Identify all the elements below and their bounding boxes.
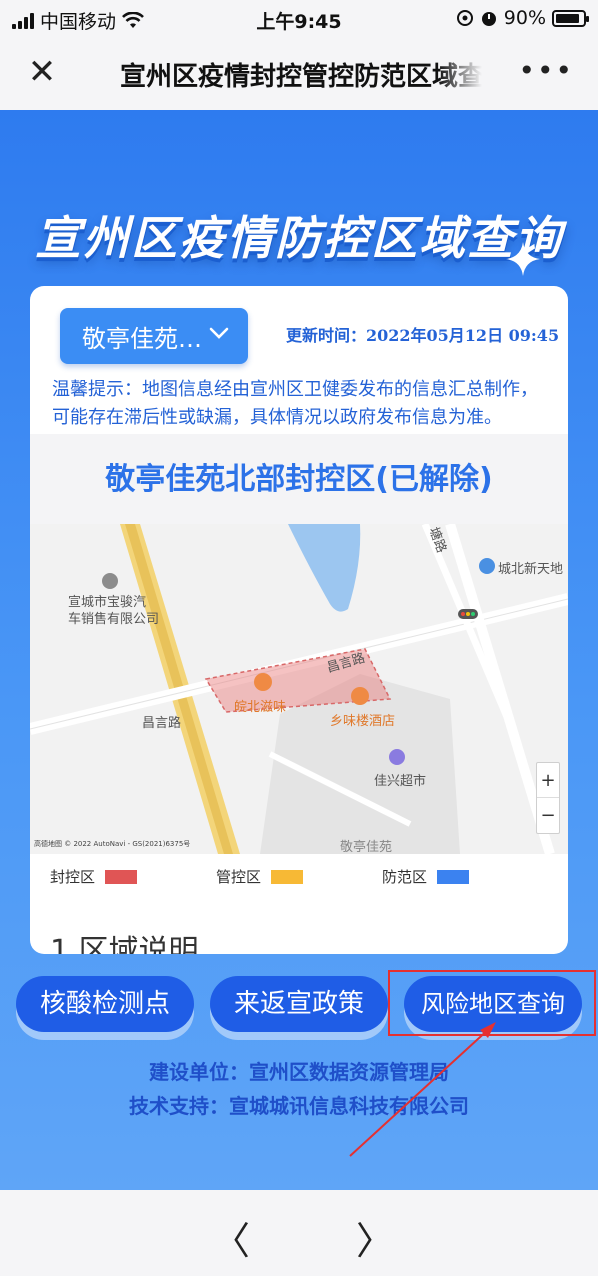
zoom-out-button[interactable]: −: [537, 798, 559, 833]
forward-button[interactable]: 〉: [356, 1210, 394, 1265]
map-label-mall: 城北新天地: [498, 562, 564, 577]
back-button[interactable]: 〈: [212, 1210, 250, 1265]
chevron-down-icon: [209, 327, 229, 339]
map-label-restaurant: 皖北滋味: [234, 700, 287, 715]
map[interactable]: 宣城市宝骏汽 车销售有限公司 昌言路 昌言路 塘路 皖北滋味 乡味楼酒店 佳兴超…: [30, 524, 568, 854]
legend-swatch-controlled: [271, 869, 304, 884]
legend-item-sealed: 封控区: [50, 866, 138, 887]
area-selector[interactable]: 敬亭佳苑…: [60, 308, 248, 364]
browser-bottom-bar: 〈 〉: [0, 1190, 598, 1276]
close-icon[interactable]: ✕: [22, 52, 62, 92]
sparkle-icon: [506, 242, 540, 276]
battery-icon: [552, 9, 589, 27]
map-label-car-dealer: 宣城市宝骏汽 车销售有限公司: [68, 595, 160, 627]
nav-bar: ✕ 宣州区疫情封控管控防范区域查询 •••: [0, 38, 598, 110]
region-title-bar: 敬亭佳苑北部封控区(已解除): [30, 434, 568, 524]
area-selector-label: 敬亭佳苑…: [82, 324, 202, 353]
zoom-in-button[interactable]: +: [537, 763, 559, 798]
map-label-hotel: 乡味楼酒店: [330, 714, 396, 729]
legend-item-controlled: 管控区: [216, 866, 304, 887]
map-zoom-control: + −: [536, 762, 560, 834]
test-sites-button[interactable]: 核酸检测点: [16, 976, 194, 1032]
update-time: 更新时间：2022年05月12日 09:45: [286, 326, 560, 345]
annotation-arrow: [349, 1022, 496, 1157]
info-card: 敬亭佳苑… 更新时间：2022年05月12日 09:45 温馨提示：地图信息经由…: [30, 286, 568, 954]
map-canvas: [30, 524, 568, 854]
legend-item-precaution: 防范区: [382, 866, 470, 887]
legend-swatch-precaution: [437, 869, 470, 884]
web-content: 宣州区疫情防控区域查询 敬亭佳苑… 更新时间：2022年05月12日 09:45…: [0, 110, 598, 1190]
status-right: 90%: [456, 7, 589, 29]
battery-percent: 90%: [503, 7, 546, 29]
location-lock-icon: [456, 10, 473, 26]
map-label-supermarket: 佳兴超市: [374, 774, 427, 789]
map-label-road-west: 昌言路: [142, 716, 182, 731]
status-bar: 中国移动 上午9:45 90%: [0, 0, 598, 38]
alarm-icon: [481, 12, 496, 26]
warm-tip: 温馨提示：地图信息经由宣州区卫健委发布的信息汇总制作，可能存在滞后性或缺漏，具体…: [52, 379, 538, 428]
legend-swatch-sealed: [105, 869, 138, 884]
map-copyright: 高德地图 © 2022 AutoNavi - GS(2021)6375号: [34, 840, 191, 848]
map-label-community: 敬亭佳苑: [340, 840, 393, 854]
region-title: 敬亭佳苑北部封控区(已解除): [105, 462, 493, 497]
section-heading: 1 区域说明: [50, 934, 199, 954]
more-icon[interactable]: •••: [518, 54, 574, 87]
page-title: 宣州区疫情封控管控防范区域查询: [120, 62, 482, 92]
legend: 封控区 管控区 防范区: [30, 854, 568, 896]
